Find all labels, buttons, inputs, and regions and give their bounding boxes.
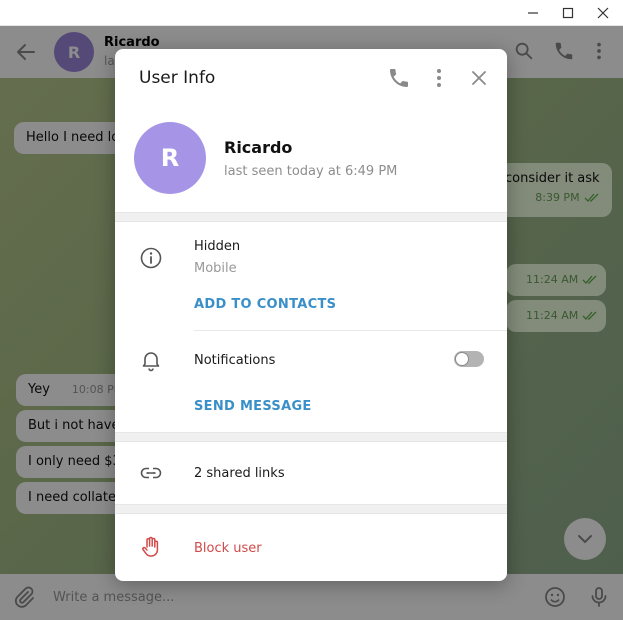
profile-avatar[interactable]: R [134, 122, 206, 194]
user-info-dialog: User Info R Ricardo last seen today at 6… [115, 49, 507, 581]
shared-links-item[interactable]: 2 shared links [194, 466, 285, 481]
hand-stop-icon [142, 536, 159, 557]
send-message-button[interactable]: SEND MESSAGE [194, 399, 312, 414]
link-icon [140, 467, 162, 479]
section-divider [115, 504, 507, 514]
add-to-contacts-button[interactable]: ADD TO CONTACTS [194, 297, 336, 312]
info-icon [140, 247, 162, 269]
maximize-button[interactable] [550, 0, 586, 26]
minimize-icon [528, 12, 538, 14]
window-titlebar [0, 0, 623, 26]
block-user-button[interactable]: Block user [194, 541, 262, 556]
window-close-button[interactable] [585, 0, 621, 26]
maximize-icon [562, 7, 574, 19]
phone-type: Mobile [194, 261, 237, 276]
section-divider [115, 432, 507, 442]
close-icon[interactable] [467, 66, 491, 90]
section-divider [115, 212, 507, 222]
close-icon [597, 7, 609, 19]
minimize-button[interactable] [515, 0, 551, 26]
profile-last-seen: last seen today at 6:49 PM [224, 164, 398, 179]
bell-icon [142, 352, 160, 372]
profile-name: Ricardo [224, 138, 293, 157]
notifications-toggle[interactable] [454, 351, 484, 367]
phone-icon[interactable] [387, 66, 411, 90]
more-vertical-icon[interactable] [427, 66, 451, 90]
toggle-knob [455, 352, 469, 366]
row-divider [194, 330, 507, 331]
phone-label: Hidden [194, 239, 241, 254]
notifications-label: Notifications [194, 353, 276, 368]
dialog-title: User Info [139, 68, 216, 88]
